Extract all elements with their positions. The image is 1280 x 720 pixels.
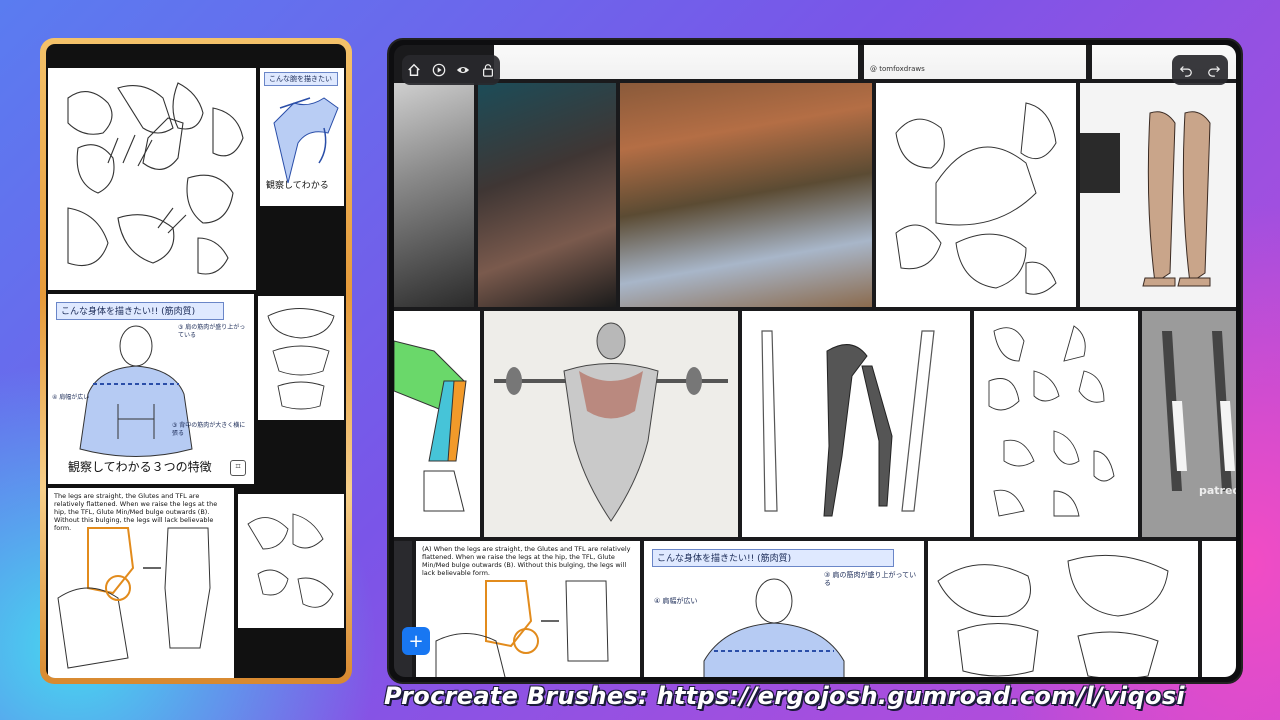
colored-leg-image: [394, 340, 467, 512]
legs-anatomy-tile[interactable]: [1080, 83, 1236, 307]
torso-sketches-tile[interactable]: [928, 541, 1198, 677]
legs-diagram-tile[interactable]: The legs are straight, the Glutes and TF…: [48, 488, 234, 678]
tomfox-tile[interactable]: @ tomfoxdraws: [864, 45, 1086, 79]
legs-notes-tile[interactable]: (A) When the legs are straight, the Glut…: [416, 541, 640, 677]
torso-caption: 観察してわかる３つの特徴: [68, 460, 212, 474]
moodboard-window: @ tomfoxdraws patreo (A) When the legs a…: [387, 38, 1243, 684]
torso-note-left: ④ 肩幅が広い: [52, 394, 90, 401]
arm-sketch-tile[interactable]: こんな腕を描きたい 観察してわかる: [260, 68, 344, 206]
promo-caption: Procreate Brushes: https://ergojosh.gumr…: [384, 682, 1185, 710]
phone-frame: こんな腕を描きたい 観察してわかる こんな身体を描きたい!! (筋肉質) ③ 肩…: [40, 38, 352, 684]
history-toolbar: [1172, 55, 1228, 85]
scan-icon[interactable]: ⌗: [230, 460, 246, 476]
undo-icon[interactable]: [1177, 61, 1195, 79]
edge-sketch-tile[interactable]: [1202, 541, 1236, 677]
muscle-sketch-tile[interactable]: [258, 296, 344, 420]
top-sketch-tile[interactable]: [494, 45, 858, 79]
back-muscles-tile[interactable]: [484, 311, 738, 537]
hand-study-tile[interactable]: [876, 83, 1076, 307]
credit-label: @ tomfoxdraws: [870, 65, 925, 73]
patreon-label: patreo: [1199, 484, 1236, 497]
photo-staircase-tile[interactable]: [394, 83, 474, 307]
legs-diagram: [57, 527, 211, 669]
hands-sketch-image: [67, 82, 244, 275]
leg-bones-tile[interactable]: patreo: [1142, 311, 1236, 537]
hand-poses-tile[interactable]: [238, 494, 344, 628]
photo-smoking-tile[interactable]: [478, 83, 616, 307]
home-icon[interactable]: [405, 61, 423, 79]
board-torso-note-left: ④ 肩幅が広い: [654, 597, 698, 605]
phone-screen: こんな腕を描きたい 観察してわかる こんな身体を描きたい!! (筋肉質) ③ 肩…: [46, 44, 346, 678]
board-torso-diagram: [703, 578, 845, 677]
add-image-button[interactable]: +: [402, 627, 430, 655]
arm-caption: 観察してわかる: [266, 181, 329, 191]
hand-study-image: [895, 102, 1057, 295]
torso-note-top: ③ 肩の筋肉が盛り上がっている: [178, 324, 246, 339]
hand-gestures-tile[interactable]: [974, 311, 1138, 537]
torso-note-bottom: ③ 背中の筋肉が大きく横に張る: [172, 422, 246, 437]
skeleton-legs-image: [761, 330, 935, 517]
photo-couch-tile[interactable]: [620, 83, 872, 307]
play-icon[interactable]: [430, 61, 448, 79]
muscle-sketch-image: [267, 308, 335, 410]
redo-icon[interactable]: [1205, 61, 1223, 79]
legs-anatomy-image: [1080, 111, 1211, 287]
skeleton-legs-tile[interactable]: [742, 311, 970, 537]
board-torso-note-top: ③ 肩の筋肉が盛り上がっている: [824, 571, 917, 587]
hands-sketch-tile[interactable]: [48, 68, 256, 290]
torso-diagram: [79, 325, 193, 457]
leg-bones-image: [1162, 331, 1235, 491]
dark-edge-tile[interactable]: [394, 541, 412, 677]
lock-icon[interactable]: [479, 61, 497, 79]
back-muscles-image: [494, 322, 728, 522]
hand-gestures-image: [988, 325, 1115, 517]
torso-diagram-tile[interactable]: こんな身体を描きたい!! (筋肉質) ③ 肩の筋肉が盛り上がっている ④ 肩幅が…: [48, 294, 254, 484]
hand-poses-image: [247, 513, 334, 608]
torso-sketches-image: [937, 554, 1169, 677]
legs-notes-diagram: [435, 580, 609, 677]
board-toolbar: [402, 55, 500, 85]
colored-leg-tile[interactable]: [394, 311, 480, 537]
torso-notes-tile[interactable]: こんな身体を描きたい!! (筋肉質) ③ 肩の筋肉が盛り上がっている ④ 肩幅が…: [644, 541, 924, 677]
eye-icon[interactable]: [454, 61, 472, 79]
moodboard-canvas[interactable]: @ tomfoxdraws patreo (A) When the legs a…: [394, 45, 1236, 677]
